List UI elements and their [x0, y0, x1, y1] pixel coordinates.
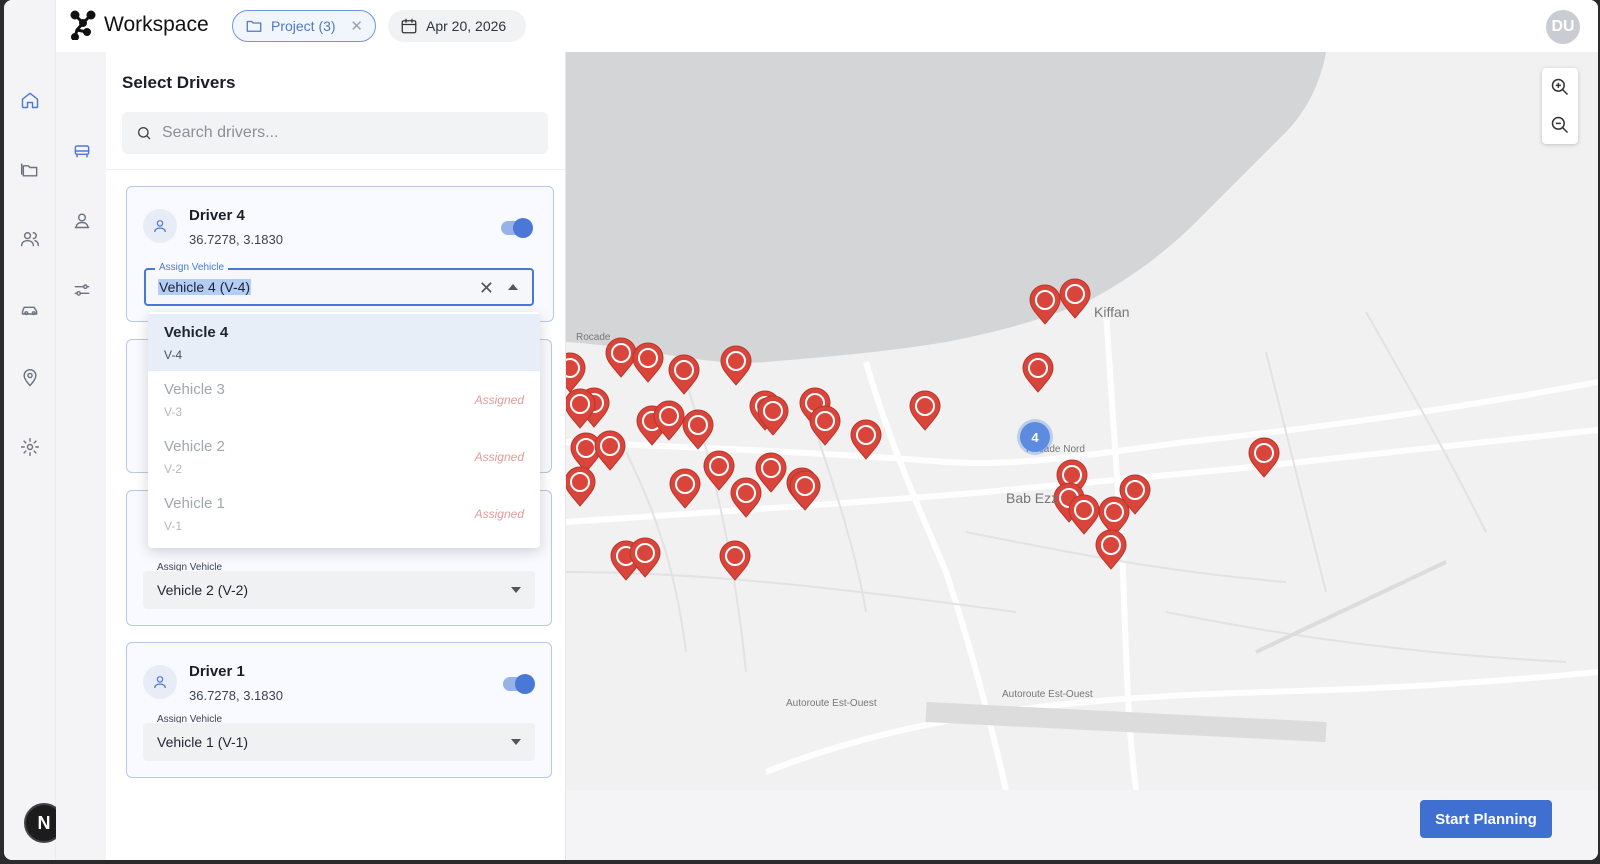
calendar-icon	[401, 18, 417, 34]
folder-icon	[246, 20, 262, 32]
date-picker-chip[interactable]: Apr 20, 2026	[388, 10, 526, 42]
workspace-logo-icon	[70, 10, 96, 40]
divider	[106, 169, 566, 170]
cluster-marker[interactable]: 4	[1020, 422, 1050, 452]
option-code: V-4	[164, 348, 183, 362]
select-value: Vehicle 2 (V-2)	[157, 582, 249, 598]
select-value: Vehicle 1 (V-1)	[157, 734, 249, 750]
assigned-badge: Assigned	[474, 507, 524, 521]
driver-avatar	[143, 209, 177, 243]
folders-icon[interactable]	[16, 156, 44, 184]
zoom-controls	[1542, 68, 1578, 144]
driver-name: Driver 1	[189, 663, 245, 680]
project-chip-label: Project (3)	[271, 18, 336, 34]
map-basemap	[566, 52, 1598, 790]
left-rail: N	[4, 0, 64, 860]
driver-coords: 36.7278, 3.1830	[189, 232, 283, 247]
option-code: V-1	[164, 519, 183, 533]
driver-coords: 36.7278, 3.1830	[189, 688, 283, 703]
option-label: Vehicle 1	[164, 495, 225, 512]
map-label-autoroute: Autoroute Est-Ouest	[1002, 689, 1093, 700]
map-view[interactable]: Kiffan Bab Ezz Rocade Nord Autoroute Est…	[566, 52, 1598, 790]
driver-search[interactable]	[122, 112, 548, 154]
users-icon[interactable]	[16, 225, 44, 253]
option-code: V-2	[164, 462, 183, 476]
map-label-autoroute: Autoroute Est-Ouest	[786, 698, 877, 709]
driver-toggle[interactable]	[503, 674, 535, 694]
action-footer: Start Planning	[566, 790, 1598, 860]
toggle-knob	[515, 674, 535, 694]
date-chip-label: Apr 20, 2026	[426, 18, 507, 34]
search-input[interactable]	[162, 124, 522, 142]
driver-name: Driver 4	[189, 207, 245, 224]
app-logo[interactable]: Workspace	[70, 10, 209, 40]
assign-vehicle-select[interactable]: Assign Vehicle Vehicle 4 (V-4) ✕	[144, 262, 534, 306]
driver-pin-icon[interactable]	[69, 207, 95, 233]
assign-vehicle-select[interactable]: Vehicle 1 (V-1)	[143, 723, 535, 761]
menu-option-vehicle-3: Vehicle 3 V-3 Assigned	[148, 371, 540, 428]
chevron-down-icon[interactable]	[511, 587, 521, 593]
field-label: Assign Vehicle	[155, 262, 229, 273]
chevron-up-icon[interactable]	[508, 284, 518, 290]
app-title: Workspace	[104, 13, 209, 36]
driver-card: Driver 4 36.7278, 3.1830 Assign Vehicle …	[126, 186, 554, 322]
app-window: N Workspace Project (3) ✕ Apr 20, 2026 D…	[4, 0, 1598, 860]
option-label: Vehicle 4	[164, 324, 229, 341]
close-icon[interactable]: ✕	[350, 17, 363, 35]
map-label-rocade: Rocade	[576, 332, 611, 343]
sliders-icon[interactable]	[69, 277, 95, 303]
assigned-badge: Assigned	[474, 450, 524, 464]
search-icon	[138, 127, 151, 140]
top-header: Workspace Project (3) ✕ Apr 20, 2026 DU	[56, 0, 1598, 52]
vehicle-dropdown-menu: Vehicle 4 V-4 Vehicle 3 V-3 Assigned Veh…	[148, 312, 540, 548]
assign-vehicle-select[interactable]: Vehicle 2 (V-2)	[143, 571, 535, 609]
zoom-in-icon[interactable]	[1542, 68, 1578, 106]
map-label-bab-ezz: Bab Ezz	[1006, 490, 1059, 506]
clear-icon[interactable]: ✕	[479, 278, 494, 299]
user-avatar[interactable]: DU	[1546, 10, 1580, 44]
user-icon	[154, 220, 166, 233]
settings-icon[interactable]	[16, 433, 44, 461]
option-code: V-3	[164, 405, 183, 419]
menu-option-vehicle-2: Vehicle 2 V-2 Assigned	[148, 428, 540, 485]
assigned-badge: Assigned	[474, 393, 524, 407]
driver-card: Driver 1 36.7278, 3.1830 Assign Vehicle …	[126, 642, 552, 778]
user-icon	[154, 676, 166, 689]
location-pin-icon[interactable]	[16, 364, 44, 392]
project-filter-chip[interactable]: Project (3) ✕	[232, 10, 376, 42]
start-planning-button[interactable]: Start Planning	[1420, 800, 1552, 838]
chevron-down-icon[interactable]	[511, 739, 521, 745]
menu-option-vehicle-1: Vehicle 1 V-1 Assigned	[148, 485, 540, 542]
car-icon[interactable]	[16, 295, 44, 323]
map-label-kiffan: Kiffan	[1094, 304, 1130, 320]
driver-avatar	[143, 665, 177, 699]
option-label: Vehicle 3	[164, 381, 225, 398]
menu-option-vehicle-4[interactable]: Vehicle 4 V-4	[148, 314, 540, 371]
panel-tab-rail	[56, 52, 106, 860]
panel-title: Select Drivers	[122, 73, 236, 92]
toggle-knob	[513, 218, 533, 238]
vehicle-icon[interactable]	[69, 138, 95, 164]
select-value[interactable]: Vehicle 4 (V-4)	[158, 279, 252, 295]
driver-toggle[interactable]	[501, 218, 533, 238]
option-label: Vehicle 2	[164, 438, 225, 455]
home-icon[interactable]	[16, 86, 44, 114]
zoom-out-icon[interactable]	[1542, 106, 1578, 144]
